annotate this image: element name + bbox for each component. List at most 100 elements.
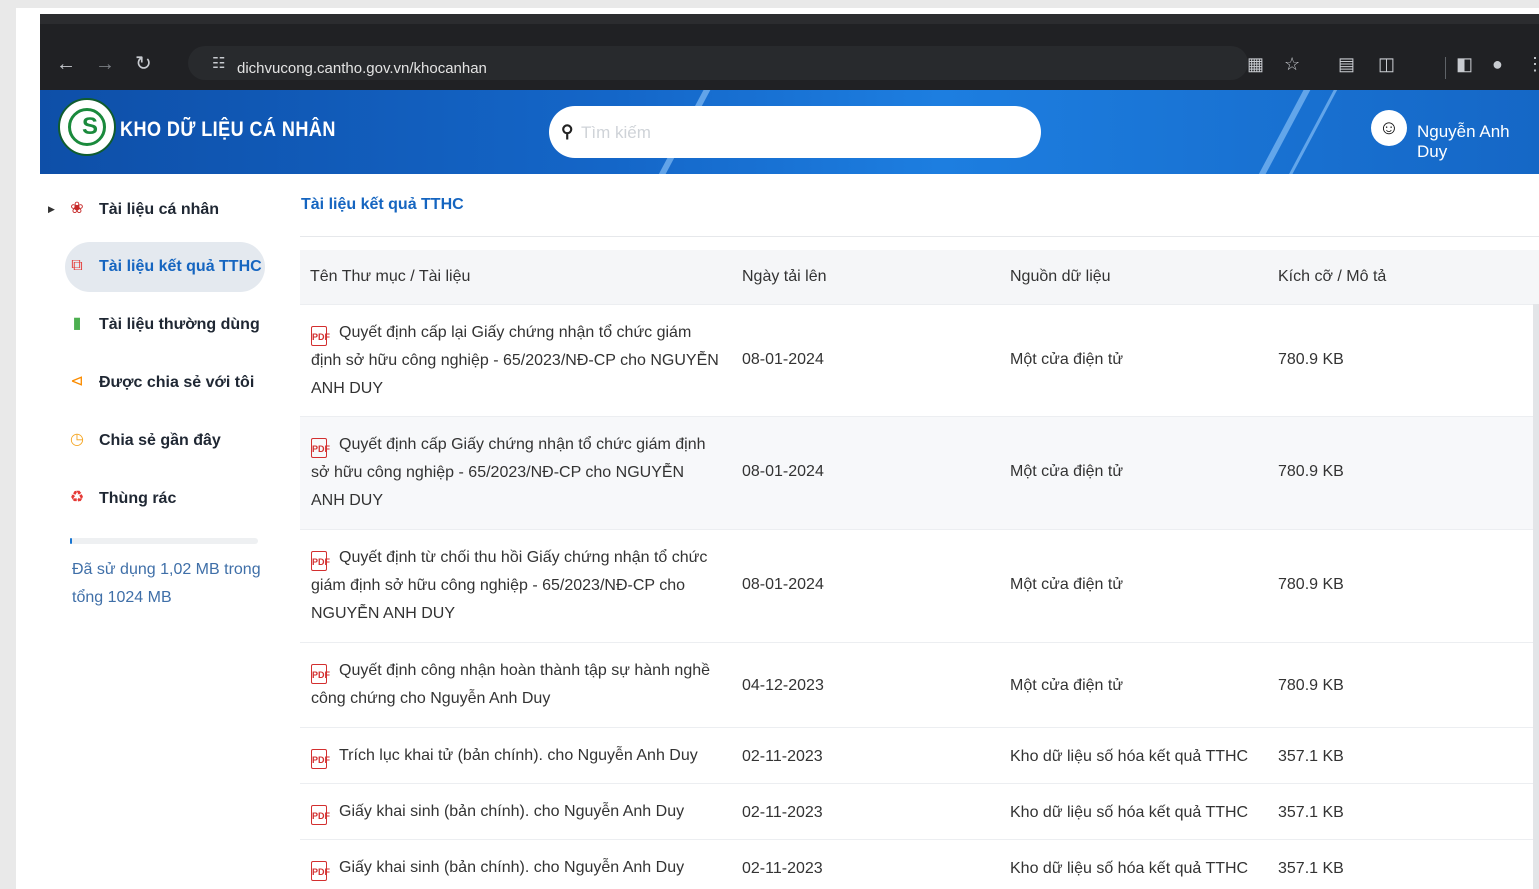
file-name: Giấy khai sinh (bản chính). cho Nguyễn A…: [339, 803, 685, 820]
file-size: 357.1 KB: [1278, 804, 1344, 821]
file-name: Giấy khai sinh (bản chính). cho Nguyễn A…: [339, 859, 685, 876]
data-source: Kho dữ liệu số hóa kết quả TTHC: [1010, 860, 1249, 877]
site-logo[interactable]: S: [58, 98, 116, 156]
back-icon[interactable]: ←: [56, 54, 76, 74]
file-name-cell[interactable]: PDF Trích lục khai tử (bản chính). cho Ng…: [311, 742, 721, 770]
main-content: Tài liệu kết quả TTHC Tên Thư mục / Tài …: [280, 174, 1539, 889]
table-row[interactable]: PDF Trích lục khai tử (bản chính). cho Ng…: [300, 727, 1539, 784]
upload-date: 08-01-2024: [742, 576, 824, 593]
sidebar-item-shared-with-me[interactable]: ⊲ Được chia sẻ với tôi: [65, 358, 265, 408]
menu-icon[interactable]: ⋮: [1526, 54, 1539, 75]
pdf-file-icon: PDF: [311, 805, 330, 825]
search-box[interactable]: ⚲: [549, 106, 1041, 158]
tab-strip: [40, 14, 1539, 24]
search-input[interactable]: [579, 120, 1023, 146]
table-row[interactable]: PDF Giấy khai sinh (bản chính). cho Nguyễ…: [300, 839, 1539, 889]
logo-mark-icon: S: [81, 113, 98, 140]
sidebar-item-label: Được chia sẻ với tôi: [99, 374, 255, 391]
file-name: Quyết định cấp lại Giấy chứng nhận tổ ch…: [311, 324, 719, 397]
sidebar-item-frequent-docs[interactable]: ▮ Tài liệu thường dùng: [65, 300, 265, 350]
vertical-scrollbar[interactable]: [1533, 304, 1539, 889]
file-size: 357.1 KB: [1278, 860, 1344, 877]
pdf-file-icon: PDF: [311, 664, 330, 684]
side-panel-icon[interactable]: ◧: [1456, 54, 1473, 75]
file-name: Trích lục khai tử (bản chính). cho Nguyễ…: [339, 747, 698, 764]
column-header-date[interactable]: Ngày tải lên: [742, 268, 827, 286]
forward-icon[interactable]: →: [95, 54, 115, 74]
site-header: S KHO DỮ LIỆU CÁ NHÂN ⚲ ☺ Nguyễn Anh Duy: [40, 90, 1539, 174]
pdf-file-icon: PDF: [311, 438, 330, 458]
caret-right-icon[interactable]: ▶: [48, 204, 55, 215]
star-icon[interactable]: ☆: [1284, 54, 1300, 75]
extensions-icon[interactable]: ◫: [1378, 54, 1395, 75]
brand-title[interactable]: KHO DỮ LIỆU CÁ NHÂN: [120, 118, 336, 142]
pdf-file-icon: PDF: [311, 861, 330, 881]
file-size: 780.9 KB: [1278, 677, 1344, 694]
upload-date: 08-01-2024: [742, 351, 824, 368]
table-row[interactable]: PDF Quyết định cấp Giấy chứng nhận tổ chứ…: [300, 416, 1539, 530]
storage-progress-fill: [70, 538, 73, 544]
file-size: 357.1 KB: [1278, 748, 1344, 765]
upload-date: 04-12-2023: [742, 677, 824, 694]
banner-decoration: [1284, 90, 1339, 174]
file-size: 780.9 KB: [1278, 576, 1344, 593]
divider: [300, 236, 1539, 237]
reload-icon[interactable]: ↻: [135, 54, 152, 74]
sidebar-item-result-docs[interactable]: ⧉ Tài liệu kết quả TTHC: [65, 242, 265, 292]
table-row[interactable]: PDF Quyết định công nhận hoàn thành tập s…: [300, 642, 1539, 728]
file-name-cell[interactable]: PDF Quyết định từ chối thu hồi Giấy chứng…: [311, 544, 721, 628]
table-row[interactable]: PDF Quyết định từ chối thu hồi Giấy chứng…: [300, 529, 1539, 643]
toolbar-divider: [1445, 57, 1446, 79]
upload-date: 08-01-2024: [742, 463, 824, 480]
sidebar-item-trash[interactable]: ♻ Thùng rác: [65, 474, 265, 524]
pdf-file-icon: PDF: [311, 551, 330, 571]
sidebar-item-label: Tài liệu kết quả TTHC: [99, 258, 262, 275]
reading-list-icon[interactable]: ▤: [1338, 54, 1355, 75]
data-source: Kho dữ liệu số hóa kết quả TTHC: [1010, 804, 1249, 821]
breadcrumb[interactable]: Tài liệu kết quả TTHC: [301, 196, 464, 214]
data-source: Một cửa điện tử: [1010, 576, 1124, 593]
file-size: 780.9 KB: [1278, 351, 1344, 368]
personal-docs-icon: ❀: [70, 200, 84, 217]
data-source: Một cửa điện tử: [1010, 463, 1124, 480]
profile-icon[interactable]: ●: [1492, 54, 1503, 75]
sidebar-item-label: Thùng rác: [99, 490, 177, 507]
trash-icon: ♻: [69, 489, 85, 506]
sidebar-item-personal-docs[interactable]: ❀ Tài liệu cá nhân: [65, 185, 265, 235]
column-header-source[interactable]: Nguồn dữ liệu: [1010, 268, 1111, 286]
site-settings-icon[interactable]: ☷: [212, 54, 225, 72]
file-name-cell[interactable]: PDF Quyết định cấp lại Giấy chứng nhận tổ…: [311, 319, 721, 403]
column-header-name[interactable]: Tên Thư mục / Tài liệu: [310, 268, 470, 286]
file-name: Quyết định công nhận hoàn thành tập sự h…: [311, 662, 711, 707]
column-header-size[interactable]: Kích cỡ / Mô tả: [1278, 268, 1386, 286]
upload-date: 02-11-2023: [742, 860, 823, 877]
storage-progress: [70, 538, 258, 544]
user-avatar-icon[interactable]: ☺: [1371, 110, 1407, 146]
data-source: Kho dữ liệu số hóa kết quả TTHC: [1010, 748, 1249, 765]
search-icon: ⚲: [561, 122, 574, 141]
data-source: Một cửa điện tử: [1010, 351, 1124, 368]
recent-share-icon: ◷: [70, 431, 84, 448]
file-name-cell[interactable]: PDF Quyết định công nhận hoàn thành tập s…: [311, 657, 721, 713]
shared-with-me-icon: ⊲: [70, 373, 84, 390]
file-name: Quyết định cấp Giấy chứng nhận tổ chức g…: [311, 436, 706, 509]
sidebar-item-recent-share[interactable]: ◷ Chia sẻ gần đây: [65, 416, 265, 466]
pdf-file-icon: PDF: [311, 749, 330, 769]
file-name-cell[interactable]: PDF Giấy khai sinh (bản chính). cho Nguyễ…: [311, 798, 721, 826]
pdf-file-icon: PDF: [311, 326, 330, 346]
file-size: 780.9 KB: [1278, 463, 1344, 480]
translate-icon[interactable]: ▦: [1247, 54, 1264, 75]
file-name-cell[interactable]: PDF Quyết định cấp Giấy chứng nhận tổ chứ…: [311, 431, 721, 515]
table-header: Tên Thư mục / Tài liệu Ngày tải lên Nguồ…: [300, 250, 1539, 304]
table-row[interactable]: PDF Quyết định cấp lại Giấy chứng nhận tổ…: [300, 304, 1539, 417]
banner-decoration: [1254, 90, 1312, 174]
frequent-docs-icon: ▮: [72, 315, 82, 332]
result-docs-icon: ⧉: [71, 257, 83, 274]
sidebar: ▶ ❀ Tài liệu cá nhân ⧉ Tài liệu kết quả …: [40, 174, 280, 889]
sidebar-item-label: Tài liệu cá nhân: [99, 201, 220, 218]
user-name[interactable]: Nguyễn Anh Duy: [1417, 122, 1539, 162]
url-text[interactable]: dichvucong.cantho.gov.vn/khocanhan: [237, 60, 487, 77]
upload-date: 02-11-2023: [742, 804, 823, 821]
table-row[interactable]: PDF Giấy khai sinh (bản chính). cho Nguyễ…: [300, 783, 1539, 840]
file-name-cell[interactable]: PDF Giấy khai sinh (bản chính). cho Nguyễ…: [311, 854, 721, 882]
